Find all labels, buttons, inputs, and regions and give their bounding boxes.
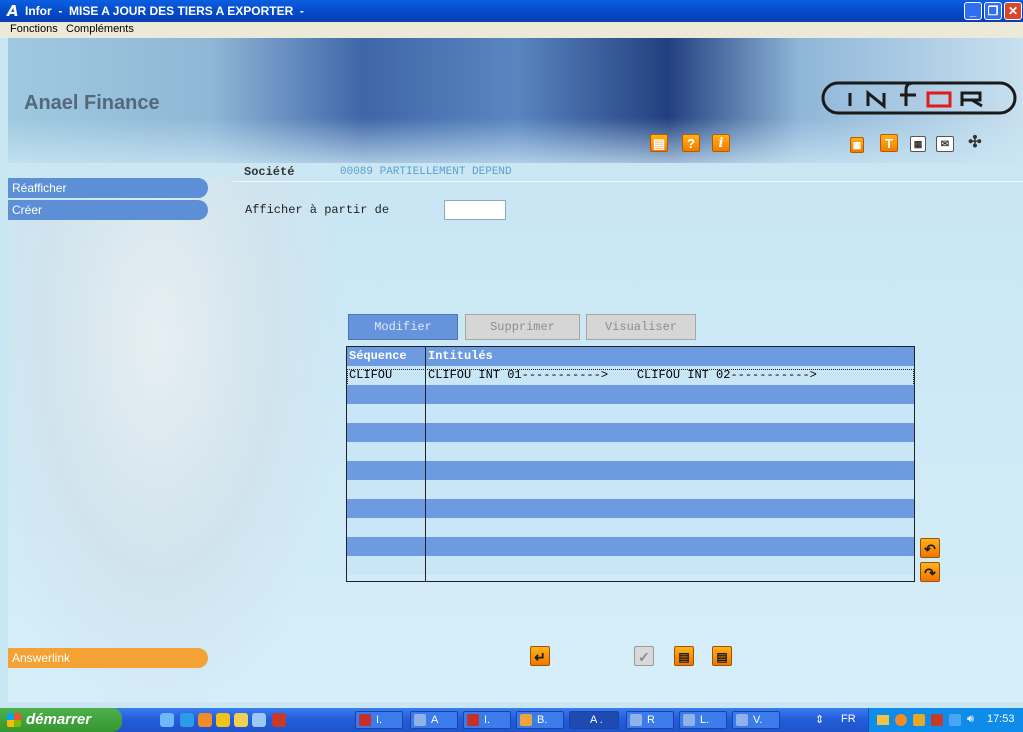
column-header-sequence[interactable]: Séquence [349,349,407,363]
table-row[interactable] [347,537,914,556]
media-icon[interactable] [216,713,230,727]
network-tray-icon[interactable] [949,714,961,726]
sidebar-item-answerlink[interactable]: Answerlink [8,648,208,668]
app-shortcut-icon[interactable] [272,713,286,727]
taskbar-task[interactable]: B. [516,711,564,729]
page-previous-icon[interactable]: ▤ [674,646,694,666]
sequence-grid: Séquence Intitulés CLIFOU CLIFOU INT 01-… [346,346,915,582]
supprimer-button[interactable]: Supprimer [465,314,580,340]
taskbar-task[interactable]: A [410,711,458,729]
modifier-button[interactable]: Modifier [348,314,458,340]
help-icon[interactable]: ? [682,134,700,152]
system-tray: 🔊︎ 17:53 [868,708,1023,732]
language-indicator[interactable]: FR [841,713,856,725]
scroll-down-icon[interactable]: ↷ [920,562,940,582]
windows-taskbar: démarrer I. A I. B. A . R L. V. ⇕ FR 🔊︎ … [0,708,1023,732]
security-tray-icon[interactable] [913,714,925,726]
info-icon[interactable]: i [712,134,730,152]
quicklaunch-icon[interactable] [160,713,174,727]
menu-fonctions[interactable]: Fonctions [10,23,58,35]
menu-bar: Fonctions Compléments [0,22,1023,38]
table-row[interactable] [347,461,914,480]
grid-header: Séquence Intitulés [347,347,914,366]
enter-icon[interactable]: ↵ [530,646,550,666]
browser-icon[interactable] [180,713,194,727]
folder-icon[interactable] [234,713,248,727]
column-header-intitules[interactable]: Intitulés [428,349,493,363]
text-icon[interactable]: T [880,134,898,152]
afficher-label: Afficher à partir de [245,203,390,217]
sidebar-item-creer[interactable]: Créer [8,200,208,220]
restore-button[interactable]: ❐ [984,2,1002,20]
table-row[interactable] [347,385,914,404]
sidebar-item-reafficher[interactable]: Réafficher [8,178,208,198]
window-title: Infor - MISE A JOUR DES TIERS A EXPORTER… [25,4,304,18]
societe-value: 00089 PARTIELLEMENT DEPEND [340,166,512,178]
close-button[interactable]: ✕ [1004,2,1022,20]
clock-tray-icon[interactable] [895,714,907,726]
taskbar-task-active[interactable]: A . [569,711,619,729]
brand-name: Anael Finance [24,92,160,114]
window-titlebar: A Infor - MISE A JOUR DES TIERS A EXPORT… [0,0,1023,22]
visualiser-button[interactable]: Visualiser [586,314,696,340]
clock-icon[interactable] [198,713,212,727]
volume-tray-icon[interactable]: 🔊︎ [967,713,974,726]
row-selection-outline [347,369,914,386]
taskbar-task[interactable]: I. [355,711,403,729]
system-clock: 17:53 [987,713,1015,725]
taskbar-task[interactable]: L. [679,711,727,729]
header-separator [233,181,1023,182]
antivirus-tray-icon[interactable] [931,714,943,726]
table-row[interactable] [347,442,914,461]
table-row[interactable] [347,480,914,499]
mail-icon[interactable]: ✉ [936,136,954,152]
infor-logo [821,81,1017,115]
table-row[interactable] [347,404,914,423]
afficher-input[interactable] [444,200,506,220]
societe-label: Société [244,165,295,179]
app-area: Anael Finance ▤ ? i ▦ T ▦ ✉ ✣ Réafficher… [8,38,1023,702]
scroll-up-icon[interactable]: ↶ [920,538,940,558]
taskbar-scroll-icon[interactable]: ⇕ [815,713,824,726]
column-divider [425,347,426,581]
taskbar-task[interactable]: I. [463,711,511,729]
page-next-icon[interactable]: ▤ [712,646,732,666]
table-row[interactable] [347,556,914,575]
mail-tray-icon[interactable] [877,715,889,725]
table-row[interactable] [347,423,914,442]
start-button[interactable]: démarrer [0,708,122,732]
windows-flag-icon [7,713,21,727]
document-icon[interactable] [252,713,266,727]
app-icon: A [7,2,19,20]
network-icon[interactable]: ✣ [966,134,984,152]
taskbar-task[interactable]: R [626,711,674,729]
calculator-icon[interactable]: ▦ [850,137,864,153]
menu-complements[interactable]: Compléments [66,23,134,35]
table-row[interactable] [347,499,914,518]
table-row[interactable] [347,518,914,537]
taskbar-task[interactable]: V. [732,711,780,729]
validate-check-icon[interactable]: ✓ [634,646,654,666]
minimize-button[interactable]: _ [964,2,982,20]
printer-icon[interactable]: ▤ [650,134,668,152]
grid-icon[interactable]: ▦ [910,136,926,152]
